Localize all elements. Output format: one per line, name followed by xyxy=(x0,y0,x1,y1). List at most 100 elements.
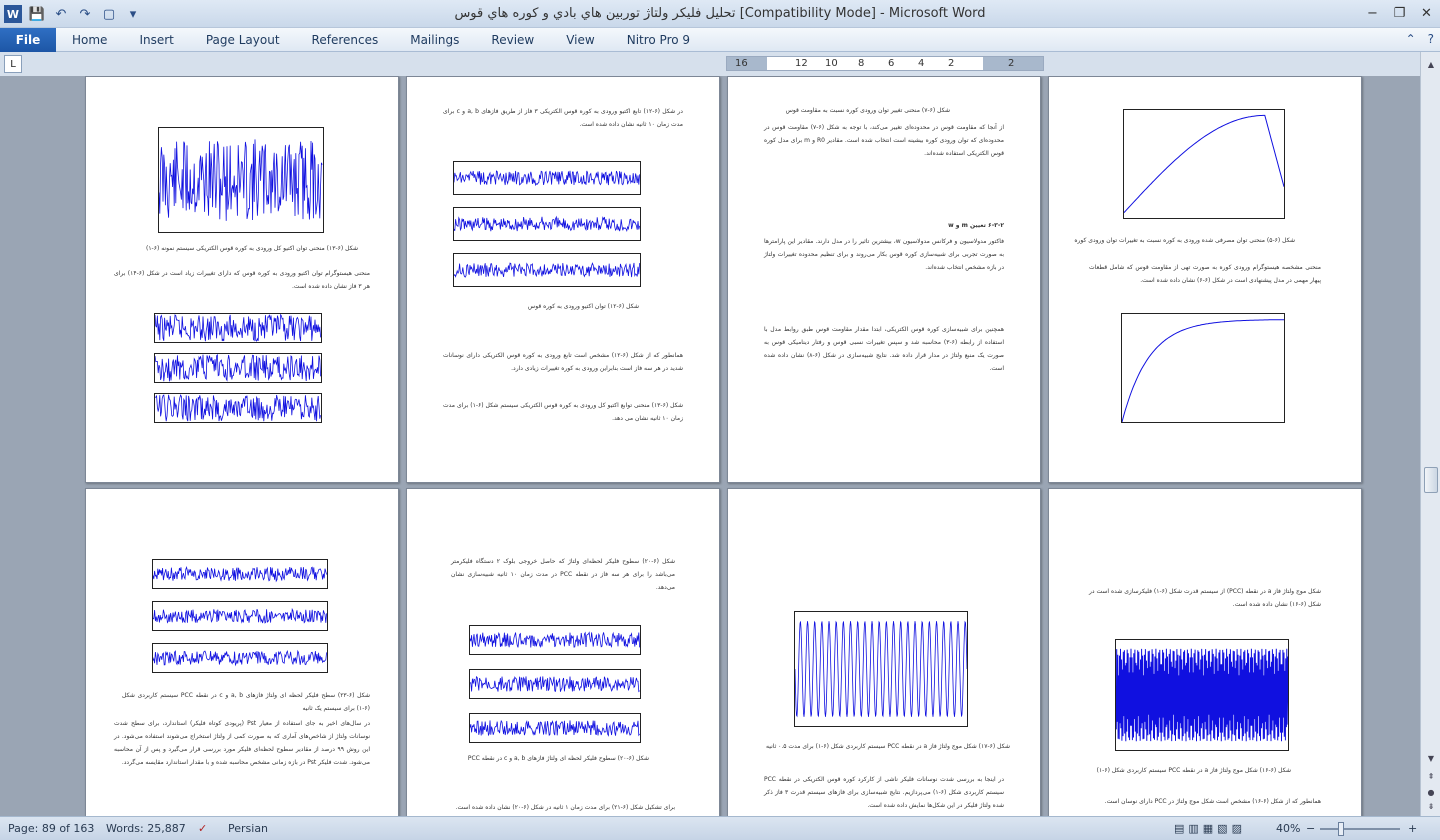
ruler-tick: 16 xyxy=(735,58,748,69)
figure-instant-flicker-phase-c xyxy=(469,713,641,743)
help-icon[interactable]: ? xyxy=(1428,32,1434,46)
figure-active-power-total xyxy=(158,127,324,233)
body-text: شکل موج ولتاژ فاز a در نقطه (PCC) از سیس… xyxy=(1089,588,1321,608)
ruler-tick: 6 xyxy=(888,58,895,69)
scrollbar-thumb[interactable] xyxy=(1424,467,1438,493)
undo-icon[interactable]: ↶ xyxy=(52,5,70,23)
body-text: فاکتور مدولاسیون و فرکانس مدولاسیون w، ب… xyxy=(764,238,1004,271)
status-bar: Page: 89 of 163 Words: 25,887 ✓ Persian … xyxy=(0,816,1440,840)
figure-voltage-waveform-pcc xyxy=(794,611,968,727)
redo-icon[interactable]: ↷ xyxy=(76,5,94,23)
body-text: منحنی مشخصه هیستوگرام ورودی کوره به صورت… xyxy=(1089,264,1321,284)
document-page: شکل موج ولتاژ فاز a در نقطه (PCC) از سیس… xyxy=(1048,488,1362,816)
document-area[interactable]: شکل (۶-۱۳) منحنی توان اکتیو کل ورودی به … xyxy=(0,76,1420,816)
document-page: شکل (۶-۱۳) منحنی توان اکتیو کل ورودی به … xyxy=(85,76,399,483)
tab-references[interactable]: References xyxy=(296,28,395,52)
figure-saturation-curve xyxy=(1121,313,1285,423)
figure-histogram-phase-b xyxy=(154,353,322,383)
figure-instant-flicker-phase-a xyxy=(469,625,641,655)
language-indicator[interactable]: Persian xyxy=(228,822,268,835)
new-document-icon[interactable]: ▢ xyxy=(100,5,118,23)
figure-histogram-phase-c xyxy=(154,393,322,423)
page-count[interactable]: Page: 89 of 163 xyxy=(8,822,94,835)
scroll-up-icon[interactable]: ▲ xyxy=(1423,60,1439,74)
figure-caption: شکل (۶-۱۶) شکل موج ولتاژ فاز a در نقطه P… xyxy=(1096,767,1291,774)
word-app-icon[interactable]: W xyxy=(4,5,22,23)
document-page: شکل (۶-۵) منحنی توان مصرفی شده ورودی به … xyxy=(1048,76,1362,483)
vertical-scrollbar[interactable]: ▲ ▼ ⇞ ● ⇟ xyxy=(1420,52,1440,816)
figure-instant-flicker-phase-b xyxy=(469,669,641,699)
figure-caption: شکل (۶-۲۰) سطوح فلیکر لحظه ای ولتاژ فازه… xyxy=(467,755,649,762)
window-title: تحليل فليکر ولتاژ توربين هاي بادي و کوره… xyxy=(454,6,986,21)
body-text: همچنین برای شبیه‌سازی کوره قوس الکتریکی،… xyxy=(764,326,1004,372)
ruler-tick: 2 xyxy=(1008,58,1015,69)
figure-caption: شکل (۶-۷) منحنی تغییر توان ورودی کوره نس… xyxy=(785,107,950,114)
zoom-in-button[interactable]: + xyxy=(1408,822,1417,835)
body-text: منحنی هیستوگرام توان اکتیو ورودی به کوره… xyxy=(114,270,371,290)
ribbon-tab-bar: File Home Insert Page Layout References … xyxy=(0,28,1440,52)
next-page-icon[interactable]: ⇟ xyxy=(1423,802,1439,816)
tab-insert[interactable]: Insert xyxy=(123,28,189,52)
figure-caption: شکل (۶-۱۳) منحنی توان اکتیو کل ورودی به … xyxy=(145,245,358,252)
body-text: برای تشکیل شکل (۶-۲۱) برای مدت زمان ۱ ثا… xyxy=(455,804,675,811)
save-icon[interactable]: 💾 xyxy=(28,5,46,23)
ruler-tick: 2 xyxy=(948,58,955,69)
body-text: در سال‌های اخیر به جای استفاده از معیار … xyxy=(114,720,370,766)
figure-caption: شکل (۶-۱۷) شکل موج ولتاژ فاز a در نقطه P… xyxy=(766,743,1010,750)
horizontal-ruler[interactable]: 16 12 10 8 6 4 2 2 xyxy=(726,56,1044,71)
quick-access-toolbar: W 💾 ↶ ↷ ▢ ▾ xyxy=(4,4,142,24)
figure-flicker-level-phase-a xyxy=(152,559,328,589)
figure-power-vs-resistance xyxy=(1123,109,1285,219)
title-bar: W 💾 ↶ ↷ ▢ ▾ تحليل فليکر ولتاژ توربين هاي… xyxy=(0,0,1440,28)
tab-mailings[interactable]: Mailings xyxy=(394,28,475,52)
tab-nitro-pro[interactable]: Nitro Pro 9 xyxy=(611,28,706,52)
body-text: از آنجا که مقاومت قوس در محدوده‌ای تغییر… xyxy=(764,124,1004,157)
word-count[interactable]: Words: 25,887 xyxy=(106,822,186,835)
body-text: شکل (۶-۱۳) منحنی توابع اکتیو کل ورودی به… xyxy=(443,402,683,422)
figure-active-power-phase-c xyxy=(453,253,641,287)
tab-selector-button[interactable]: L xyxy=(4,55,22,73)
figure-caption: شکل (۶-۱۲) توان اکتیو ورودی به کوره قوس xyxy=(527,303,639,310)
tab-view[interactable]: View xyxy=(550,28,610,52)
figure-caption: شکل (۶-۵) منحنی توان مصرفی شده ورودی به … xyxy=(1074,237,1295,244)
tab-page-layout[interactable]: Page Layout xyxy=(190,28,296,52)
document-page: شکل (۶-۲۰) سطوح فلیکر لحظه‌ای ولتاژ که ح… xyxy=(406,488,720,816)
ruler-bar: L 16 12 10 8 6 4 2 2 xyxy=(0,52,1440,76)
minimize-ribbon-icon[interactable]: ⌃ xyxy=(1406,32,1416,46)
figure-voltage-waveform-dense xyxy=(1115,639,1289,751)
tab-review[interactable]: Review xyxy=(475,28,550,52)
ruler-tick: 12 xyxy=(795,58,808,69)
body-text: در اینجا به بررسی شدت نوسانات فلیکر ناشی… xyxy=(764,776,1005,809)
figure-active-power-phase-b xyxy=(453,207,641,241)
document-page: در شکل (۶-۱۲) تابع اکتیو ورودی به کوره ق… xyxy=(406,76,720,483)
section-heading: ۶-۳-۲ تعیین m و w xyxy=(948,222,1004,229)
browse-object-icon[interactable]: ● xyxy=(1423,788,1439,802)
proofing-icon[interactable]: ✓ xyxy=(198,822,207,835)
figure-flicker-level-phase-c xyxy=(152,643,328,673)
document-page: شکل (۶-۲۳) سطح فلیکر لحظه ای ولتاژ فازها… xyxy=(85,488,399,816)
customize-qat-icon[interactable]: ▾ xyxy=(124,5,142,23)
zoom-out-button[interactable]: − xyxy=(1306,822,1315,835)
document-page: شکل (۶-۷) منحنی تغییر توان ورودی کوره نس… xyxy=(727,76,1041,483)
close-button[interactable]: ✕ xyxy=(1413,0,1440,26)
tab-home[interactable]: Home xyxy=(56,28,123,52)
zoom-slider[interactable] xyxy=(1320,822,1400,836)
restore-button[interactable]: ❐ xyxy=(1386,0,1413,26)
previous-page-icon[interactable]: ⇞ xyxy=(1423,772,1439,786)
body-text: همانطور که از شکل (۶-۱۲) مشخص است تابع و… xyxy=(443,352,683,372)
figure-flicker-level-phase-b xyxy=(152,601,328,631)
figure-caption: شکل (۶-۲۳) سطح فلیکر لحظه ای ولتاژ فازها… xyxy=(122,692,370,712)
zoom-level[interactable]: 40% xyxy=(1276,822,1300,835)
scroll-down-icon[interactable]: ▼ xyxy=(1423,754,1439,768)
minimize-button[interactable]: − xyxy=(1359,0,1386,26)
body-text: در شکل (۶-۱۲) تابع اکتیو ورودی به کوره ق… xyxy=(443,108,683,128)
ruler-tick: 4 xyxy=(918,58,925,69)
ruler-tick: 8 xyxy=(858,58,865,69)
view-buttons[interactable]: ▤▥▦▧▨ xyxy=(1174,822,1246,835)
ruler-tick: 10 xyxy=(825,58,838,69)
body-text: شکل (۶-۲۰) سطوح فلیکر لحظه‌ای ولتاژ که ح… xyxy=(451,558,676,591)
body-text: همانطور که از شکل (۶-۱۶) مشخص است شکل مو… xyxy=(1104,798,1321,805)
figure-active-power-phase-a xyxy=(453,161,641,195)
file-tab[interactable]: File xyxy=(0,28,56,52)
document-page: شکل (۶-۱۷) شکل موج ولتاژ فاز a در نقطه P… xyxy=(727,488,1041,816)
